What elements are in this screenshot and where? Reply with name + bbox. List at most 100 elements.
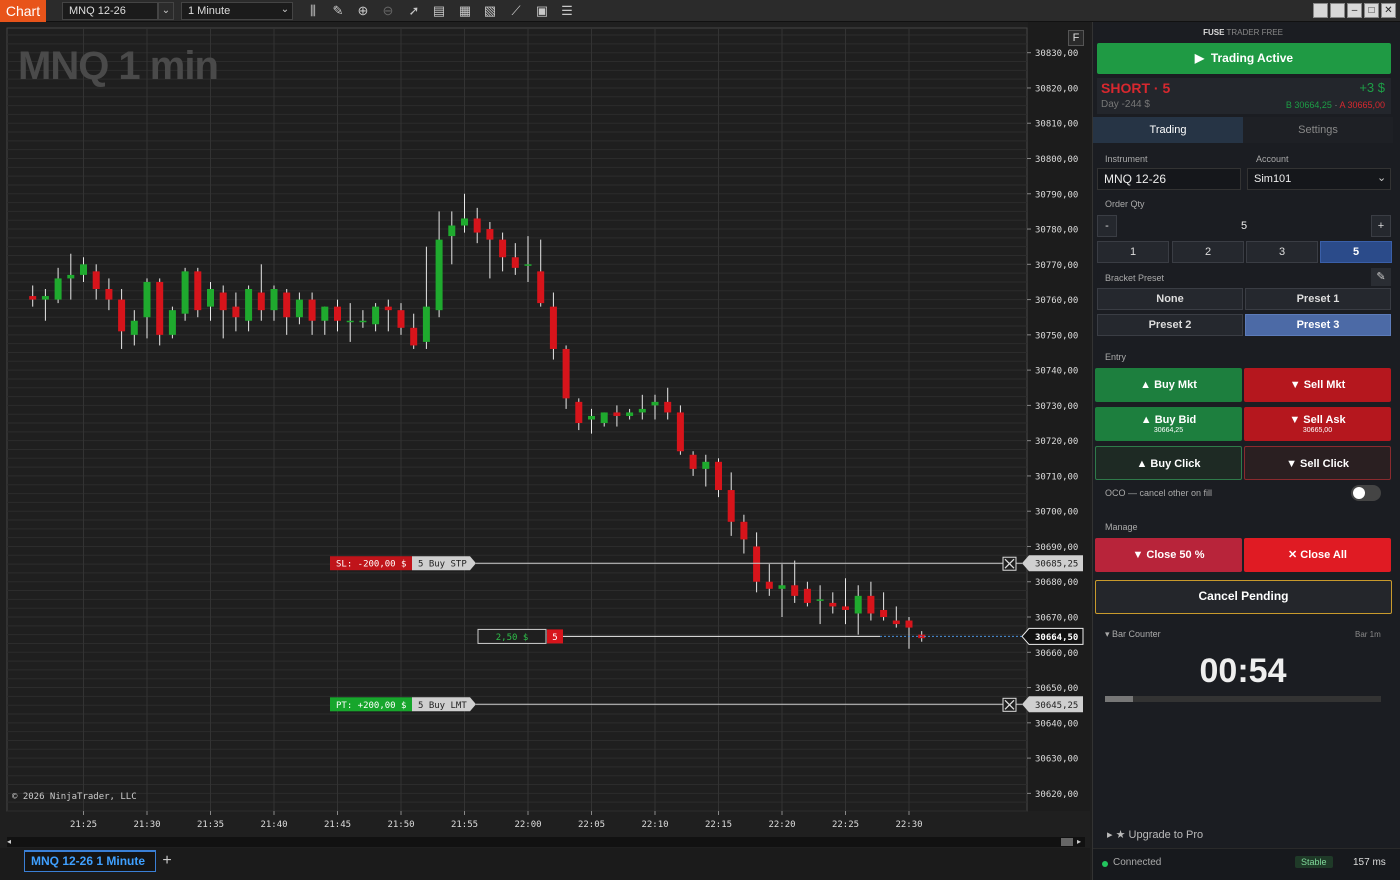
close-icon[interactable]: ✕: [1381, 3, 1396, 18]
preset-none[interactable]: None: [1097, 288, 1243, 310]
chart-trader-icon[interactable]: ▣: [534, 3, 550, 19]
qty-preset-2[interactable]: 2: [1172, 241, 1244, 263]
bar-type-icon[interactable]: ⫼: [305, 3, 321, 19]
price-tick-label: 30640,00: [1035, 719, 1078, 729]
up-arrow-icon: ▲: [1136, 458, 1148, 470]
indicators-icon[interactable]: ▧: [482, 3, 498, 19]
qty-minus-button[interactable]: -: [1097, 215, 1117, 237]
time-axis[interactable]: 21:25 21:30 21:35 21:40 21:45 21:50 21:55 22:00…: [70, 811, 923, 830]
chart-tab-bar: MNQ 12-26 1 Minute +: [0, 848, 1090, 880]
zoom-out-icon[interactable]: ⊖: [380, 3, 396, 19]
instrument-field[interactable]: MNQ 12-26: [1097, 168, 1241, 190]
pointer-icon[interactable]: ➚: [406, 3, 422, 19]
candle: [194, 267, 202, 318]
candle-body: [524, 264, 532, 266]
status-bar: Connected Stable 157 ms: [1093, 848, 1400, 880]
tile-left-icon[interactable]: [1313, 3, 1328, 18]
account-select[interactable]: Sim101: [1247, 168, 1391, 190]
preset-1[interactable]: Preset 1: [1245, 288, 1391, 310]
qty-input[interactable]: 5: [1119, 215, 1369, 237]
maximize-icon[interactable]: □: [1364, 3, 1379, 18]
close-50-button[interactable]: ▼ Close 50 %: [1095, 538, 1242, 572]
bar-progress: [1105, 696, 1381, 702]
position-pnl: 2,50 $: [496, 633, 529, 643]
instrument-selector[interactable]: MNQ 12-26: [62, 2, 158, 20]
horizontal-scrollbar[interactable]: ◂ ▸: [7, 837, 1085, 847]
chart-toolbar: Chart MNQ 12-26 ⌄ 1 Minute ⌄ ⫼ ✎ ⊕ ⊖ ➚ ▤…: [0, 0, 1400, 22]
candle-body: [549, 306, 557, 349]
upgrade-link[interactable]: ▸ ★ Upgrade to Pro: [1107, 828, 1203, 841]
sell-click-label: Sell Click: [1300, 458, 1349, 470]
tab-settings[interactable]: Settings: [1243, 117, 1393, 143]
time-tick-label: 22:20: [768, 820, 795, 830]
minimize-icon[interactable]: –: [1347, 3, 1362, 18]
chart-panel[interactable]: 30830,00 30820,00 30810,00 30800,00 30790,00…: [0, 22, 1090, 880]
sell-market-button[interactable]: ▼ Sell Mkt: [1244, 368, 1391, 402]
price-axis[interactable]: 30830,00 30820,00 30810,00 30800,00 30790,00…: [1027, 22, 1090, 811]
account-dropdown-icon[interactable]: ⌄: [1377, 171, 1386, 184]
candle-body: [334, 306, 341, 321]
tile-right-icon[interactable]: [1330, 3, 1345, 18]
bid-price: B 30664,25: [1285, 100, 1332, 110]
close-all-button[interactable]: ✕ Close All: [1244, 538, 1391, 572]
strategies-icon[interactable]: ⟋: [508, 3, 524, 19]
price-tick-label: 30790,00: [1035, 190, 1078, 200]
trading-active-label: Trading Active: [1210, 51, 1294, 65]
latency-readout: 157 ms: [1353, 857, 1386, 868]
x-icon: ✕: [1288, 549, 1298, 561]
trading-active-button[interactable]: ▶ Trading Active: [1097, 43, 1391, 74]
scroll-thumb[interactable]: [1061, 838, 1073, 846]
price-tick-label: 30770,00: [1035, 261, 1078, 271]
tab-mnq-1-minute[interactable]: MNQ 12-26 1 Minute: [24, 850, 156, 872]
chart-f-button[interactable]: F: [1068, 30, 1084, 46]
price-tick-label: 30800,00: [1035, 155, 1078, 165]
preset-2[interactable]: Preset 2: [1097, 314, 1243, 336]
candle-body: [295, 299, 303, 318]
templates-icon[interactable]: ▦: [457, 3, 473, 19]
price-tick-label: 30700,00: [1035, 508, 1078, 518]
instrument-dropdown-icon[interactable]: ⌄: [158, 2, 174, 20]
candle-body: [715, 461, 722, 491]
bid-ask-readout: B 30664,25 · A 30665,00: [1286, 100, 1385, 110]
day-pnl: Day -244 $: [1101, 99, 1150, 110]
price-chart[interactable]: 30830,00 30820,00 30810,00 30800,00 30790,00…: [0, 22, 1090, 848]
chart-window-label[interactable]: Chart: [0, 0, 46, 22]
zoom-in-icon[interactable]: ⊕: [355, 3, 371, 19]
qty-preset-1[interactable]: 1: [1097, 241, 1169, 263]
candle-body: [130, 320, 138, 335]
bar-interval: Bar 1m: [1355, 630, 1381, 639]
buy-click-button[interactable]: ▲ Buy Click: [1095, 446, 1242, 480]
bar-progress-fill: [1105, 696, 1133, 702]
scroll-left-icon[interactable]: ◂: [7, 837, 15, 847]
scroll-right-icon[interactable]: ▸: [1077, 837, 1085, 847]
qty-plus-button[interactable]: +: [1371, 215, 1391, 237]
candle-body: [854, 595, 862, 614]
buy-bid-button[interactable]: ▲ Buy Bid 30664,25: [1095, 407, 1242, 441]
edit-preset-icon[interactable]: ✎: [1371, 268, 1391, 286]
qty-preset-3[interactable]: 3: [1246, 241, 1318, 263]
candle-body: [892, 620, 900, 625]
candle-body: [803, 588, 811, 603]
trader-panel: FUSE TRADER FREE ▶ Trading Active SHORT …: [1092, 22, 1400, 880]
candle-body: [638, 408, 646, 413]
sell-click-button[interactable]: ▼ Sell Click: [1244, 446, 1391, 480]
preset-3[interactable]: Preset 3: [1245, 314, 1391, 336]
star-icon: ★: [1115, 829, 1126, 841]
bar-counter-header[interactable]: ▾ Bar Counter: [1105, 629, 1161, 640]
interval-dropdown-icon[interactable]: ⌄: [277, 2, 293, 18]
cancel-pending-button[interactable]: Cancel Pending: [1095, 580, 1392, 614]
sell-ask-button[interactable]: ▼ Sell Ask 30665,00: [1244, 407, 1391, 441]
draw-tool-icon[interactable]: ✎: [330, 3, 346, 19]
qty-preset-5[interactable]: 5: [1320, 241, 1392, 263]
tab-trading[interactable]: Trading: [1093, 117, 1243, 143]
candle-body: [67, 274, 75, 279]
profit-target-label: PT: +200,00 $: [336, 701, 406, 711]
buy-market-button[interactable]: ▲ Buy Mkt: [1095, 368, 1242, 402]
add-tab-icon[interactable]: +: [158, 851, 176, 871]
price-tick-label: 30690,00: [1035, 543, 1078, 553]
list-icon[interactable]: ☰: [559, 3, 575, 19]
candle: [676, 405, 684, 455]
oco-toggle[interactable]: [1351, 485, 1381, 501]
properties-icon[interactable]: ▤: [431, 3, 447, 19]
candle-body: [397, 310, 405, 328]
